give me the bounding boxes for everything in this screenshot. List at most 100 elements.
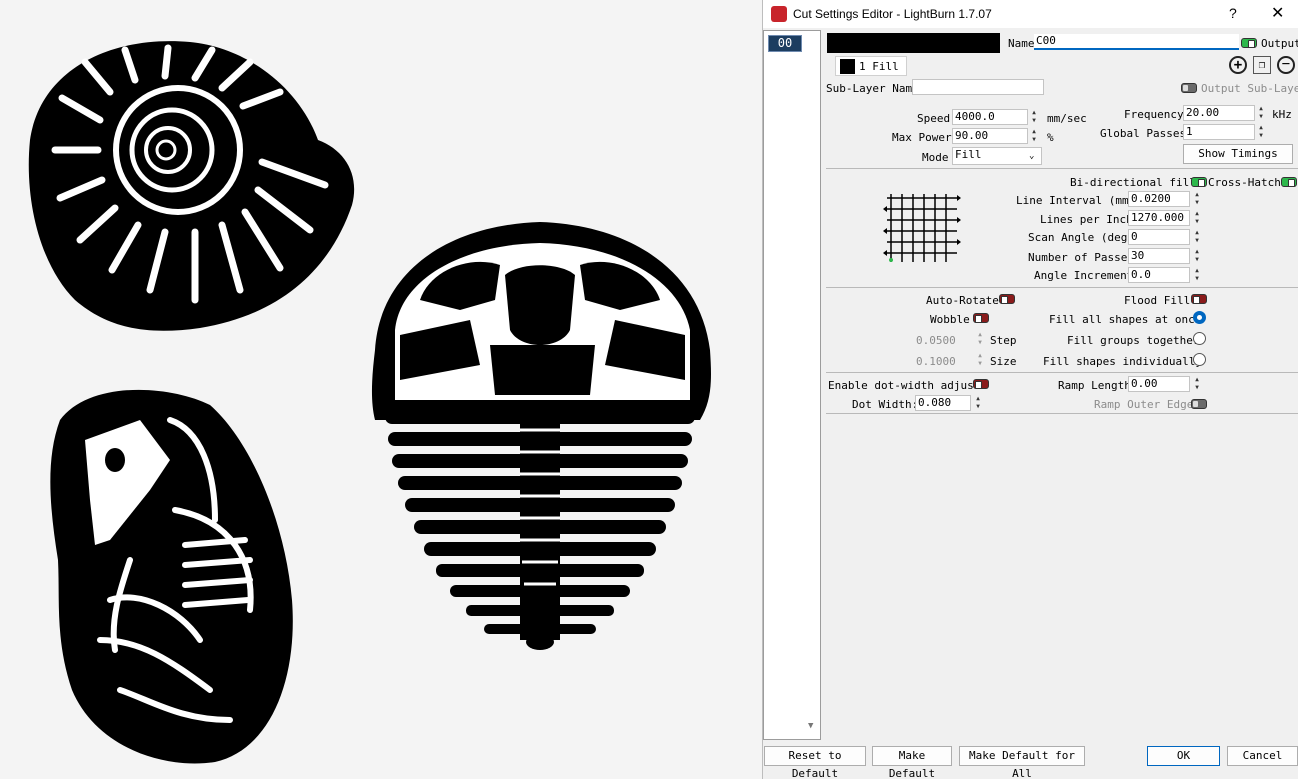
output-sublayer-toggle[interactable] [1181, 83, 1197, 93]
floodfill-label: Flood Fill [1124, 294, 1191, 307]
line-interval-spinner[interactable]: ▲ ▼ [1192, 191, 1202, 207]
lpi-spinner[interactable]: ▲ ▼ [1192, 210, 1202, 226]
sub-layer-list[interactable]: 00 ▼ [763, 30, 821, 740]
fill-individual-radio[interactable] [1193, 353, 1206, 366]
make-default-all-button[interactable]: Make Default for All [959, 746, 1085, 779]
mode-label: Mode [922, 151, 949, 164]
output-toggle[interactable] [1241, 38, 1257, 48]
lpi-label: Lines per Inch [1040, 213, 1133, 226]
bidirectional-label: Bi-directional fill [1070, 176, 1196, 189]
layer-color-swatch[interactable] [827, 33, 1000, 53]
maxpower-label: Max Power [892, 131, 952, 144]
autorotate-toggle[interactable] [999, 294, 1015, 304]
speed-unit: mm/sec [1047, 112, 1087, 125]
globalpasses-spinner[interactable]: ▲ ▼ [1256, 124, 1266, 140]
size-label: Size [990, 355, 1017, 368]
layer-chip[interactable]: 00 [768, 35, 802, 52]
title-bar: Cut Settings Editor - LightBurn 1.7.07 ?… [763, 0, 1298, 28]
ammonite-fossil [28, 41, 355, 331]
separator [826, 372, 1298, 373]
angle-increment-spinner[interactable]: ▲ ▼ [1192, 267, 1202, 283]
reset-default-button[interactable]: Reset to Default [764, 746, 866, 779]
speed-input[interactable]: 4000.0 [952, 109, 1028, 125]
show-timings-button[interactable]: Show Timings [1183, 144, 1293, 164]
window-title: Cut Settings Editor - LightBurn 1.7.07 [793, 7, 992, 21]
mode-select[interactable]: Fill ⌄ [952, 147, 1042, 165]
ok-button[interactable]: OK [1147, 746, 1220, 766]
globalpasses-label: Global Passes [1100, 127, 1187, 140]
ramp-length-spinner[interactable]: ▲ ▼ [1192, 376, 1202, 392]
dinosaur-skeleton-fossil [50, 389, 293, 764]
design-canvas[interactable] [0, 0, 762, 779]
frequency-label: Frequency [1124, 108, 1184, 121]
fill-individual-label: Fill shapes individually [1043, 355, 1202, 368]
fill-all-radio[interactable] [1193, 311, 1206, 324]
dotwidth-adjust-toggle[interactable] [973, 379, 989, 389]
speed-label: Speed [917, 112, 951, 125]
maxpower-spinner[interactable]: ▲ ▼ [1029, 128, 1039, 144]
scan-angle-input[interactable]: 0 [1128, 229, 1190, 245]
scan-angle-spinner[interactable]: ▲ ▼ [1192, 229, 1202, 245]
wobble-label: Wobble [930, 313, 970, 326]
crosshatch-toggle[interactable] [1281, 177, 1297, 187]
name-label: Name [1008, 37, 1035, 50]
maxpower-unit: % [1047, 131, 1054, 144]
close-button[interactable]: ✕ [1271, 3, 1284, 23]
sublayer-name-label: Sub-Layer Name [826, 82, 919, 95]
ramp-length-input[interactable]: 0.00 [1128, 376, 1190, 392]
floodfill-toggle[interactable] [1191, 294, 1207, 304]
size-input[interactable]: 0.1000 [916, 355, 956, 368]
passes-input[interactable]: 30 [1128, 248, 1190, 264]
make-default-button[interactable]: Make Default [872, 746, 952, 779]
cancel-button[interactable]: Cancel [1227, 746, 1298, 766]
frequency-spinner[interactable]: ▲ ▼ [1256, 105, 1266, 121]
output-sublayer-label: Output Sub-Layer [1201, 82, 1298, 95]
crosshatch-label: Cross-Hatch [1208, 176, 1281, 189]
scan-angle-label: Scan Angle (deg) [1028, 231, 1134, 244]
chevron-down-icon: ⌄ [1029, 151, 1035, 161]
wobble-toggle[interactable] [973, 313, 989, 323]
output-label: Output [1261, 37, 1298, 50]
tab-fill[interactable]: 1 Fill [835, 56, 907, 76]
size-spinner[interactable]: ▲ ▼ [975, 352, 985, 368]
dotwidth-input[interactable]: 0.080 [915, 395, 971, 411]
passes-spinner[interactable]: ▲ ▼ [1192, 248, 1202, 264]
dotwidth-label: Dot Width: [852, 398, 919, 411]
name-input[interactable]: C00 [1034, 34, 1239, 50]
line-interval-input[interactable]: 0.0200 [1128, 191, 1190, 207]
passes-label: Number of Passes [1028, 251, 1134, 264]
cut-settings-dialog: Cut Settings Editor - LightBurn 1.7.07 ?… [762, 0, 1298, 779]
ramp-length-label: Ramp Length [1058, 379, 1131, 392]
frequency-unit: kHz [1272, 108, 1292, 121]
separator [826, 413, 1298, 414]
add-sublayer-icon[interactable]: + [1229, 56, 1247, 74]
step-input[interactable]: 0.0500 [916, 334, 956, 347]
lightburn-logo-icon [771, 6, 787, 22]
step-spinner[interactable]: ▲ ▼ [975, 331, 985, 347]
fill-groups-label: Fill groups together [1067, 334, 1200, 347]
dotwidth-spinner[interactable]: ▲ ▼ [973, 395, 983, 411]
sublayer-color-swatch [840, 59, 855, 74]
remove-sublayer-icon[interactable]: − [1277, 56, 1295, 74]
speed-spinner[interactable]: ▲ ▼ [1029, 109, 1039, 125]
angle-increment-input[interactable]: 0.0 [1128, 267, 1190, 283]
line-interval-label: Line Interval (mm) [1016, 194, 1136, 207]
fill-groups-radio[interactable] [1193, 332, 1206, 345]
autorotate-label: Auto-Rotate [926, 294, 999, 307]
sublayer-name-input[interactable] [912, 79, 1044, 95]
bidirectional-toggle[interactable] [1191, 177, 1207, 187]
scroll-down-icon[interactable]: ▼ [808, 721, 813, 731]
fill-preview-icon [883, 194, 961, 262]
maxpower-input[interactable]: 90.00 [952, 128, 1028, 144]
ramp-outer-label: Ramp Outer Edge [1094, 398, 1194, 411]
separator [826, 287, 1298, 288]
help-button[interactable]: ? [1229, 5, 1237, 21]
lpi-input[interactable]: 1270.000 [1128, 210, 1190, 226]
globalpasses-input[interactable]: 1 [1183, 124, 1255, 140]
ramp-outer-toggle[interactable] [1191, 399, 1207, 409]
copy-sublayer-icon[interactable]: ❐ [1253, 56, 1271, 74]
frequency-input[interactable]: 20.00 [1183, 105, 1255, 121]
tab-fill-label: 1 Fill [859, 60, 899, 73]
step-label: Step [990, 334, 1017, 347]
fill-all-label: Fill all shapes at once [1049, 313, 1202, 326]
